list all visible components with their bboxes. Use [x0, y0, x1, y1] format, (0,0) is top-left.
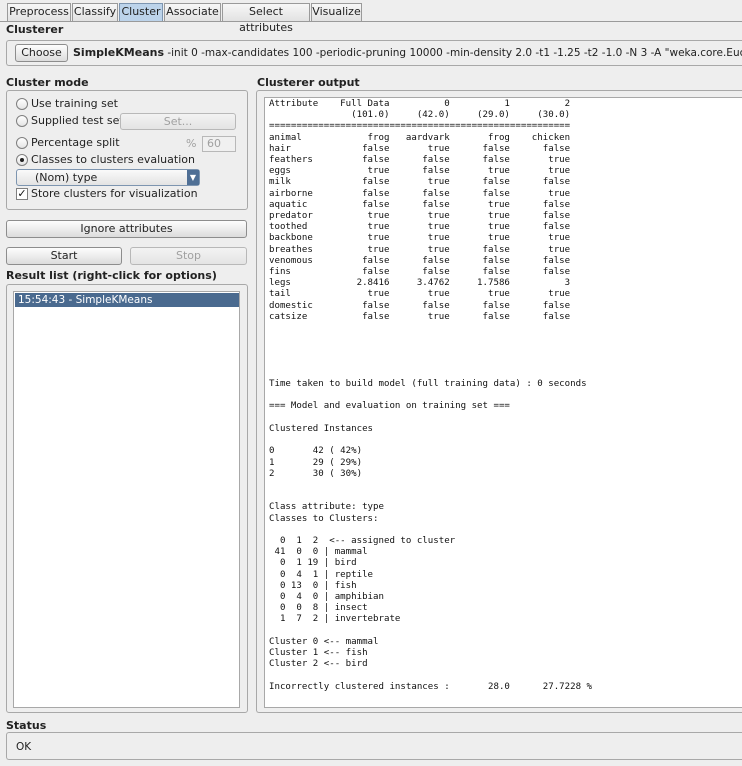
classes-to-clusters-radio[interactable] [16, 154, 28, 166]
list-item[interactable]: 15:54:43 - SimpleKMeans [15, 293, 239, 307]
clusterer-config-field[interactable]: SimpleKMeans -init 0 -max-candidates 100… [73, 46, 742, 60]
tab-select-attributes[interactable]: Select attributes [222, 3, 310, 34]
tab-preprocess[interactable]: Preprocess [7, 3, 71, 21]
result-list[interactable]: 15:54:43 - SimpleKMeans [13, 291, 240, 708]
status-bar: OK [6, 732, 742, 760]
store-clusters-checkbox[interactable]: ✓ [16, 188, 28, 200]
clusterer-output-text-area[interactable]: Attribute Full Data 0 1 2 (101.0) (42.0)… [264, 97, 742, 708]
start-button[interactable]: Start [6, 247, 122, 265]
use-training-set-label: Use training set [31, 97, 118, 110]
status-title: Status [6, 719, 47, 732]
percentage-split-radio[interactable] [16, 137, 28, 149]
clusterer-options: -init 0 -max-candidates 100 -periodic-pr… [167, 47, 742, 59]
tab-associate[interactable]: Associate [164, 3, 221, 21]
tab-visualize[interactable]: Visualize [311, 3, 362, 21]
ignore-attributes-button[interactable]: Ignore attributes [6, 220, 247, 238]
choose-button[interactable]: Choose [15, 44, 68, 62]
percentage-split-label: Percentage split [31, 136, 120, 149]
percentage-split-input[interactable]: 60 [202, 136, 236, 152]
chevron-down-icon: ▼ [187, 170, 199, 185]
tab-classify[interactable]: Classify [72, 3, 118, 21]
use-training-set-radio[interactable] [16, 98, 28, 110]
class-attribute-select[interactable]: (Nom) type ▼ [16, 169, 200, 186]
classes-to-clusters-label: Classes to clusters evaluation [31, 153, 195, 166]
supplied-test-set-label: Supplied test set [31, 114, 124, 127]
stop-button[interactable]: Stop [130, 247, 247, 265]
class-attribute-value: (Nom) type [35, 171, 98, 184]
clusterer-algorithm-name: SimpleKMeans [73, 46, 164, 59]
tab-cluster[interactable]: Cluster [119, 3, 163, 21]
tab-bar: Preprocess Classify Cluster Associate Se… [0, 0, 742, 34]
clusterer-section-title: Clusterer [6, 23, 64, 36]
store-clusters-label: Store clusters for visualization [31, 187, 198, 200]
result-list-title: Result list (right-click for options) [6, 269, 217, 282]
supplied-test-set-radio[interactable] [16, 115, 28, 127]
status-message: OK [16, 741, 32, 753]
set-test-set-button[interactable]: Set... [120, 113, 236, 130]
cluster-mode-title: Cluster mode [6, 76, 89, 89]
clusterer-output-text: Attribute Full Data 0 1 2 (101.0) (42.0)… [269, 99, 593, 692]
clusterer-output-title: Clusterer output [257, 76, 360, 89]
percent-sign: % [186, 137, 197, 150]
